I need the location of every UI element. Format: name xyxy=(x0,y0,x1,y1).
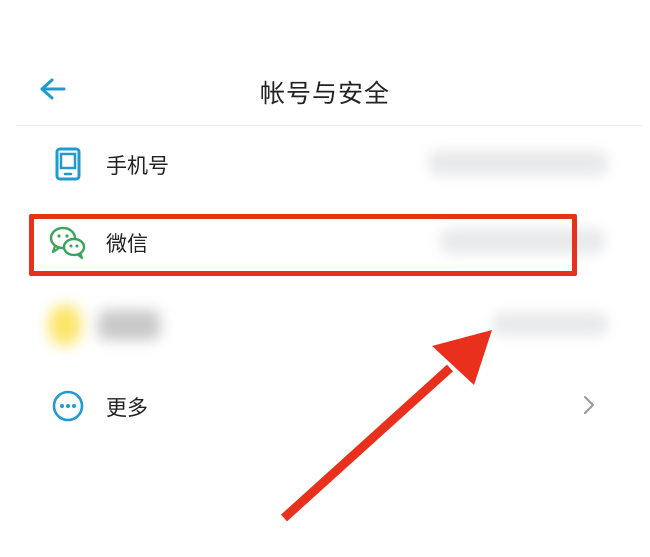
phone-label: 手机号 xyxy=(106,154,169,178)
phone-row[interactable]: 手机号 xyxy=(0,128,650,198)
account-avatar-blurred xyxy=(48,304,82,346)
phone-icon xyxy=(55,147,81,181)
account-security-screen: 帐号与安全 手机号 微信 更多 xyxy=(0,0,650,557)
account-value-blurred xyxy=(492,312,608,336)
phone-value-blurred xyxy=(428,150,608,176)
page-title: 帐号与安全 xyxy=(259,79,390,108)
header-divider xyxy=(16,125,642,126)
more-row[interactable]: 更多 xyxy=(0,370,650,440)
more-label: 更多 xyxy=(106,396,148,420)
more-icon xyxy=(52,390,84,422)
nav-header: 帐号与安全 xyxy=(0,60,650,120)
account-name-blurred xyxy=(98,310,160,340)
chevron-right-icon xyxy=(583,395,595,415)
wechat-highlight-box xyxy=(29,214,577,276)
